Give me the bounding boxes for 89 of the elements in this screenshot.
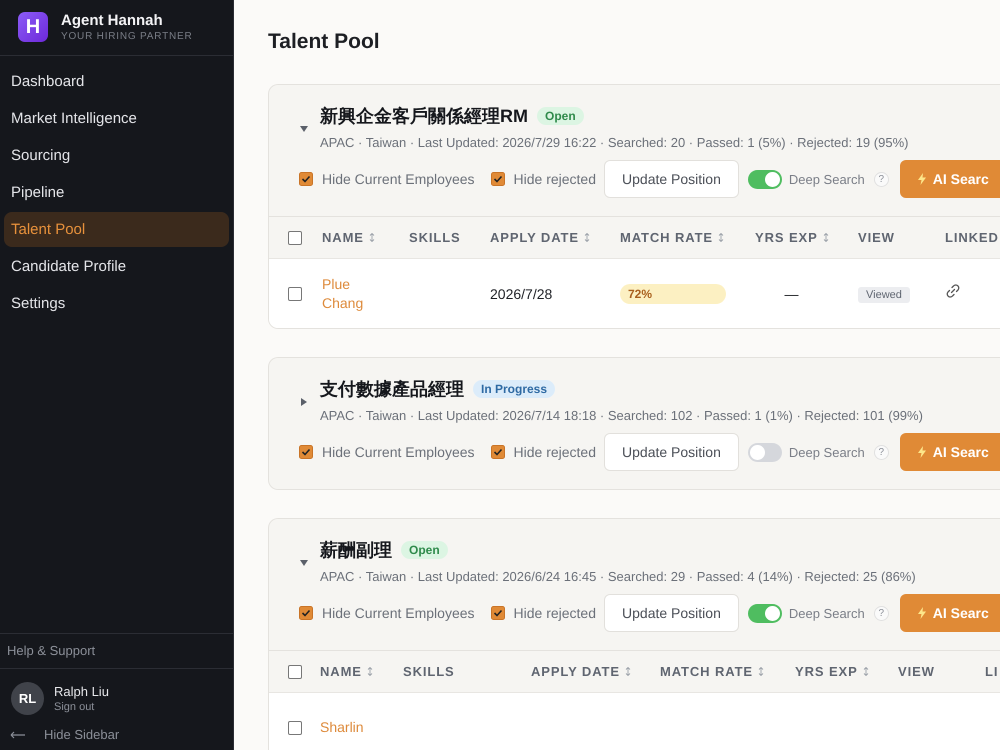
column-header[interactable]: NAME — [320, 664, 362, 679]
checkbox-label: Hide Current Employees — [322, 171, 475, 187]
help-link[interactable]: Help & Support — [7, 643, 96, 658]
sort-icon[interactable] — [624, 667, 631, 676]
status-badge: Open — [401, 541, 448, 559]
checkbox[interactable] — [490, 606, 505, 620]
lightning-icon — [918, 607, 926, 619]
sort-icon[interactable] — [366, 667, 373, 676]
column-header[interactable]: APPLY DATE — [531, 664, 620, 679]
nav-item[interactable]: Talent Pool — [4, 212, 229, 247]
sort-icon[interactable] — [718, 233, 724, 242]
nav-item[interactable]: Pipeline — [4, 175, 229, 210]
nav-item[interactable]: Settings — [4, 286, 229, 321]
column-header[interactable]: YRS EXP — [755, 230, 818, 245]
column-header[interactable]: LINKED — [945, 230, 999, 245]
column-header[interactable]: MATCH RATE — [620, 230, 714, 245]
table-cell: — — [784, 286, 798, 302]
toggle-label: Deep Search — [788, 444, 865, 460]
checkbox-label: Hide Current Employees — [322, 444, 475, 460]
help-badge[interactable]: ? — [874, 606, 889, 620]
toggle-label: Deep Search — [788, 172, 865, 186]
update-position-button[interactable]: Update Position — [604, 160, 739, 198]
user-name: Ralph Liu — [54, 684, 109, 699]
status-badge: Open — [537, 107, 584, 125]
checkbox-label: Hide rejected — [514, 171, 596, 187]
status-badge: In Progress — [473, 380, 556, 398]
column-header[interactable]: APPLY DATE — [490, 230, 579, 245]
checkbox[interactable] — [299, 172, 313, 186]
column-header[interactable]: MATCH RATE — [660, 664, 754, 679]
column-header[interactable]: SKILLS — [409, 230, 461, 245]
nav-item[interactable]: Dashboard — [4, 64, 229, 99]
sort-icon[interactable] — [584, 233, 590, 242]
nav-item[interactable]: Sourcing — [4, 138, 229, 173]
sign-out-link[interactable]: Sign out — [54, 701, 109, 713]
checkbox[interactable] — [490, 172, 505, 186]
column-header[interactable]: VIEW — [898, 664, 935, 679]
app-tagline: YOUR HIRING PARTNER — [61, 31, 193, 42]
checkbox[interactable] — [490, 445, 505, 459]
update-position-button[interactable]: Update Position — [604, 433, 739, 471]
column-header[interactable]: LI — [985, 664, 998, 679]
toggle-switch[interactable] — [748, 170, 782, 188]
toggle-switch[interactable] — [748, 442, 782, 462]
left-arrow-icon — [10, 730, 26, 738]
checkbox[interactable] — [299, 606, 313, 620]
position-title: 新興企金客戶關係經理RM — [320, 105, 528, 128]
lightning-icon — [918, 446, 926, 458]
link-icon[interactable] — [945, 283, 961, 299]
column-header[interactable]: NAME — [322, 230, 364, 245]
help-badge[interactable]: ? — [874, 172, 889, 186]
page-title: Talent Pool — [268, 30, 381, 54]
position-meta: APAC · Taiwan · Last Updated: 2026/7/14 18:18 · Searched: 102 · Passed: 1 (1%) · Rejected: 101 (99%) — [320, 408, 923, 423]
lightning-icon — [918, 173, 926, 185]
caret-icon[interactable] — [299, 558, 309, 568]
position-meta: APAC · Taiwan · Last Updated: 2026/6/24 16:45 · Searched: 29 · Passed: 4 (14%) · Rejected: 25 (86%) — [320, 569, 916, 584]
match-rate-badge: 72% — [620, 284, 726, 304]
toggle-label: Deep Search — [788, 606, 865, 620]
table-cell-text: 2026/7/28 — [490, 286, 554, 302]
select-all-checkbox[interactable] — [288, 664, 302, 678]
checkbox-label: Hide rejected — [514, 605, 596, 621]
checkbox-label: Hide rejected — [514, 444, 596, 460]
row-checkbox[interactable] — [288, 286, 302, 300]
position-title: 支付數據產品經理 — [320, 378, 464, 401]
position-title: 薪酬副理 — [320, 539, 392, 562]
help-badge[interactable]: ? — [874, 444, 889, 460]
sort-icon[interactable] — [758, 667, 764, 676]
caret-icon[interactable] — [299, 124, 309, 134]
app-name: Agent Hannah — [61, 12, 164, 29]
column-header[interactable]: VIEW — [858, 230, 895, 245]
sort-icon[interactable] — [822, 233, 829, 242]
candidate-name-link[interactable]: Sharlin — [320, 718, 380, 737]
nav-item[interactable]: Candidate Profile — [4, 249, 229, 284]
viewed-badge: Viewed — [858, 286, 910, 302]
select-all-checkbox[interactable] — [288, 230, 302, 244]
sort-icon[interactable] — [368, 233, 375, 242]
row-checkbox[interactable] — [288, 720, 302, 734]
nav-item[interactable]: Market Intelligence — [4, 101, 229, 136]
app-logo: H — [18, 12, 48, 42]
toggle-switch[interactable] — [748, 604, 782, 622]
avatar: RL — [11, 682, 44, 715]
checkbox-label: Hide Current Employees — [322, 605, 475, 621]
update-position-button[interactable]: Update Position — [604, 594, 739, 632]
sort-icon[interactable] — [862, 667, 869, 676]
column-header[interactable]: YRS EXP — [795, 664, 858, 679]
hide-sidebar-link[interactable]: Hide Sidebar — [44, 727, 120, 742]
column-header[interactable]: SKILLS — [403, 664, 455, 679]
caret-icon[interactable] — [299, 397, 309, 407]
candidate-name-link[interactable]: Plue Chang — [322, 275, 382, 312]
checkbox[interactable] — [299, 445, 313, 459]
position-meta: APAC · Taiwan · Last Updated: 2026/7/29 16:22 · Searched: 20 · Passed: 1 (5%) · Rejected: 19 (95%) — [320, 135, 908, 150]
